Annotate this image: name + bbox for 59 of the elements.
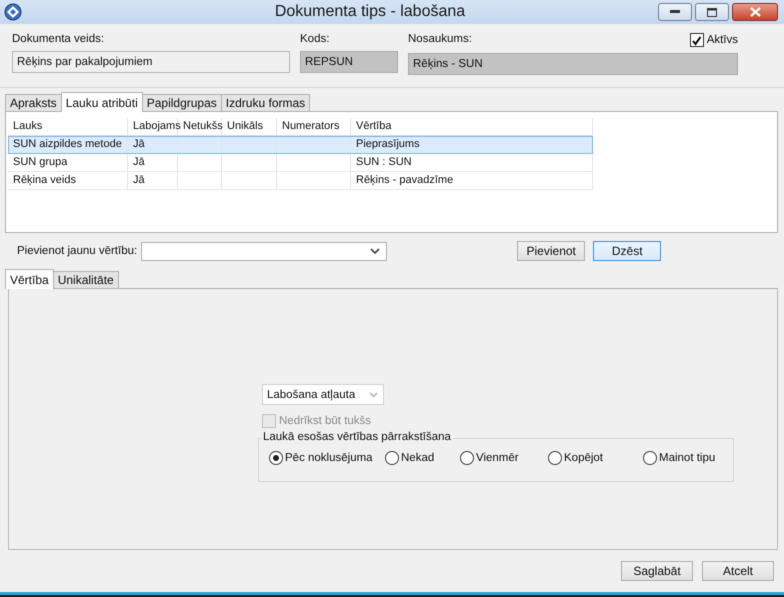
column-header[interactable]: Numerators: [277, 118, 351, 135]
dialog-button[interactable]: Saglabāt: [621, 561, 693, 581]
close-icon: [750, 7, 760, 17]
column-header[interactable]: Unikāls: [222, 118, 277, 135]
radio-button[interactable]: [460, 451, 474, 465]
column-header[interactable]: Vērtība: [351, 118, 593, 135]
tab[interactable]: Apraksts: [5, 94, 62, 111]
active-checkbox[interactable]: [690, 33, 704, 47]
edit-mode-dropdown[interactable]: Labošana atļauta: [262, 384, 384, 405]
column-header[interactable]: Lauks: [8, 118, 128, 135]
radio-button[interactable]: [269, 451, 283, 465]
field-label: Pievienot jaunu vērtību:: [17, 245, 138, 257]
radio-label: Pēc noklusējuma: [285, 452, 373, 464]
checkbox-label: Nedrīkst būt tukšs: [279, 415, 372, 427]
field-label: Dokumenta veids:: [12, 33, 106, 45]
document-type-field[interactable]: Rēķins par pakalpojumiem: [12, 51, 290, 73]
tab[interactable]: Izdruku formas: [220, 94, 310, 111]
table-row[interactable]: SUN aizpildes metode Jā Pieprasījums: [8, 136, 593, 154]
radio-label: Vienmēr: [476, 452, 519, 464]
table-cell: Rēķina veids: [8, 172, 128, 189]
group-title: Laukā esošas vērtības pārrakstīšana: [261, 431, 453, 443]
table-cell: SUN aizpildes metode: [8, 136, 128, 153]
window-title: Dokumenta tips - labošana: [274, 3, 466, 21]
tab[interactable]: Lauku atribūti: [60, 92, 143, 112]
app-icon: [4, 3, 22, 21]
table-cell: SUN : SUN: [351, 154, 593, 171]
radio-button[interactable]: [548, 451, 562, 465]
minimize-icon: [670, 10, 680, 14]
radio-button[interactable]: [643, 451, 657, 465]
table-row[interactable]: Rēķina veids Jā Rēķins - pavadzīme: [8, 172, 593, 190]
name-field[interactable]: Rēķins - SUN: [408, 53, 738, 75]
minimize-button[interactable]: [658, 3, 692, 21]
tab[interactable]: Vērtība: [5, 269, 54, 289]
radio-label: Mainot tipu: [659, 452, 716, 464]
code-field[interactable]: REPSUN: [300, 51, 398, 73]
action-button[interactable]: Pievienot: [517, 241, 586, 261]
tab[interactable]: Papildgrupas: [142, 94, 222, 111]
dialog-button[interactable]: Atcelt: [702, 561, 774, 581]
maximize-icon: [707, 8, 717, 16]
action-button[interactable]: Dzēst: [593, 241, 662, 261]
table-cell: Pieprasījums: [351, 136, 593, 153]
tab[interactable]: Unikalitāte: [52, 271, 119, 288]
table-cell: SUN grupa: [8, 154, 128, 171]
radio-button[interactable]: [385, 451, 399, 465]
checkbox-label: Aktīvs: [706, 34, 738, 46]
radio-label: Nekad: [401, 452, 434, 464]
table-cell: Jā: [128, 136, 178, 153]
field-label: Nosaukums:: [408, 33, 472, 47]
column-header[interactable]: Labojams: [128, 118, 178, 135]
caret-icon: [370, 248, 380, 254]
field-label: Kods:: [300, 33, 330, 45]
table-cell: Rēķins - pavadzīme: [351, 172, 593, 189]
close-button[interactable]: [732, 3, 778, 21]
table-row[interactable]: SUN grupa Jā SUN : SUN: [8, 154, 593, 172]
maximize-button[interactable]: [695, 3, 729, 21]
radio-label: Kopējot: [564, 452, 604, 464]
table-cell: Jā: [128, 154, 178, 171]
table-cell: Jā: [128, 172, 178, 189]
caret-icon: [369, 392, 378, 398]
